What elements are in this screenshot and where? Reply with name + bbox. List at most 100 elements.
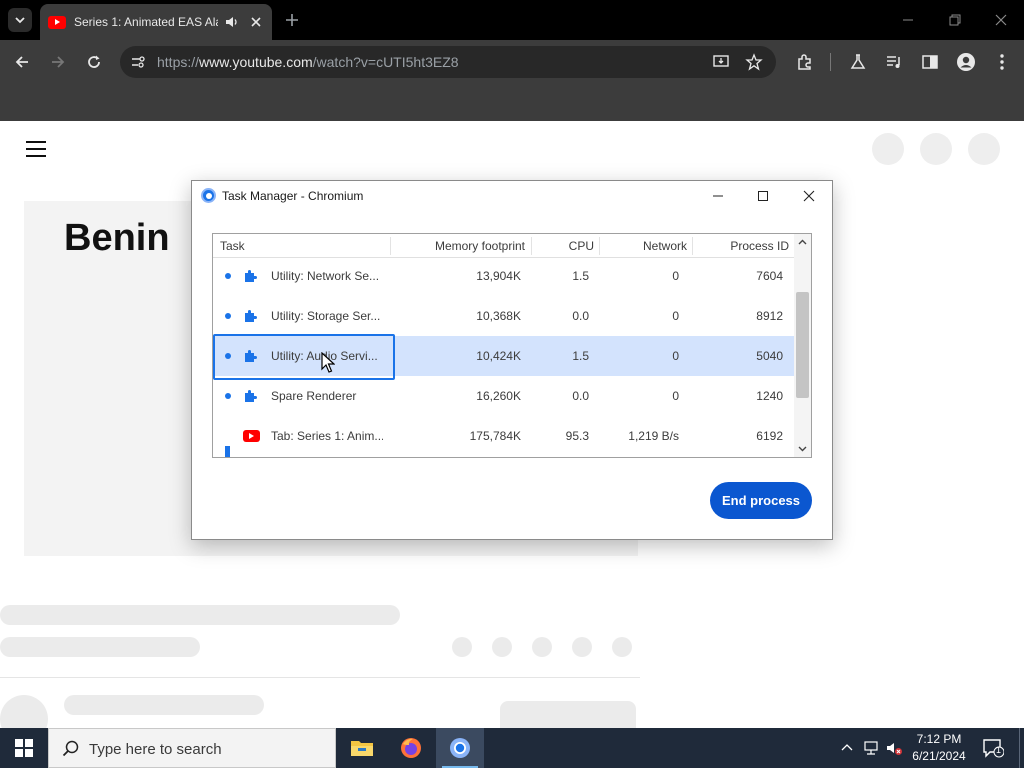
profile-avatar-icon[interactable]: [956, 52, 976, 72]
firefox-icon: [401, 738, 421, 758]
minimize-icon[interactable]: [898, 10, 918, 30]
site-info-icon[interactable]: [130, 54, 146, 70]
table-row[interactable]: Spare Renderer 16,260K 0.0 0 1240: [213, 376, 795, 416]
scrollbar-thumb[interactable]: [796, 292, 809, 398]
media-control-icon[interactable]: [884, 52, 904, 72]
task-manager-titlebar[interactable]: Task Manager - Chromium: [192, 181, 832, 211]
url-text: https://www.youtube.com/watch?v=cUTI5ht3…: [157, 54, 459, 70]
back-icon[interactable]: [12, 52, 32, 72]
tab-search-button[interactable]: [8, 8, 32, 32]
taskbar-file-explorer[interactable]: [338, 728, 386, 768]
column-header-task[interactable]: Task: [220, 239, 245, 253]
show-desktop-button[interactable]: [1019, 728, 1020, 768]
install-app-icon[interactable]: [712, 53, 730, 71]
skeleton-circle: [920, 133, 952, 165]
skeleton-avatar: [0, 695, 48, 728]
tab-title: Series 1: Animated EAS Alarm: [74, 15, 218, 29]
folder-icon: [351, 741, 373, 756]
task-manager-title: Task Manager - Chromium: [222, 189, 364, 203]
cell-memory: 10,424K: [476, 349, 521, 363]
side-panel-icon[interactable]: [920, 52, 940, 72]
process-dot: [225, 273, 231, 279]
close-tab-icon[interactable]: [248, 14, 264, 30]
volume-muted-icon[interactable]: [885, 739, 903, 757]
cell-task: Tab: Series 1: Anim...: [271, 429, 383, 443]
cell-task: Utility: Network Se...: [271, 269, 380, 283]
tm-minimize-icon[interactable]: [708, 186, 728, 206]
cell-cpu: 0.0: [572, 389, 589, 403]
system-clock[interactable]: 7:12 PM 6/21/2024: [905, 731, 973, 765]
taskbar-chromium[interactable]: [436, 728, 484, 768]
extensions-icon[interactable]: [795, 52, 815, 72]
cell-cpu: 0.0: [572, 309, 589, 323]
cell-task: Utility: Storage Ser...: [271, 309, 381, 323]
cell-network: 0: [672, 389, 679, 403]
taskbar-firefox[interactable]: [387, 728, 435, 768]
puzzle-icon: [245, 350, 257, 362]
tm-maximize-icon[interactable]: [753, 186, 773, 206]
column-header-network[interactable]: Network: [643, 239, 687, 253]
menu-kebab-icon[interactable]: [992, 52, 1012, 72]
table-row[interactable]: Tab: Series 1: Anim... 175,784K 95.3 1,2…: [213, 416, 795, 457]
search-icon: [62, 740, 79, 757]
cell-cpu: 95.3: [565, 429, 589, 443]
tab-active[interactable]: Series 1: Animated EAS Alarm: [40, 4, 272, 40]
skeleton-dot: [492, 637, 512, 657]
network-icon[interactable]: [862, 739, 880, 757]
toolbar-divider: [830, 53, 831, 71]
new-tab-icon[interactable]: [283, 11, 301, 29]
column-header-cpu[interactable]: CPU: [569, 239, 594, 253]
cell-pid: 1240: [756, 389, 783, 403]
divider: [0, 677, 640, 678]
chromium-icon: [450, 738, 470, 758]
scrollbar[interactable]: [794, 234, 811, 457]
skeleton-line: [0, 605, 400, 625]
cell-memory: 16,260K: [476, 389, 521, 403]
cell-pid: 7604: [756, 269, 783, 283]
scroll-down-icon[interactable]: [797, 443, 808, 454]
chevron-down-icon: [15, 17, 25, 24]
taskbar-search-box[interactable]: Type here to search: [48, 728, 336, 768]
skeleton-line: [0, 637, 200, 657]
scroll-up-icon[interactable]: [797, 237, 808, 248]
action-center-button[interactable]: 1: [982, 738, 1005, 758]
column-header-pid[interactable]: Process ID: [730, 239, 789, 253]
youtube-icon: [243, 430, 260, 442]
bookmark-star-icon[interactable]: [745, 53, 763, 71]
column-header-memory[interactable]: Memory footprint: [435, 239, 525, 253]
table-row[interactable]: Utility: Network Se... 13,904K 1.5 0 760…: [213, 256, 795, 296]
labs-flask-icon[interactable]: [848, 52, 868, 72]
cell-network: 1,219 B/s: [628, 429, 679, 443]
table-row[interactable]: Utility: Storage Ser... 10,368K 0.0 0 89…: [213, 296, 795, 336]
skeleton-dot: [612, 637, 632, 657]
close-window-icon[interactable]: [991, 10, 1011, 30]
skeleton-button: [500, 701, 636, 728]
skeleton-circle: [872, 133, 904, 165]
bookmark-bar: [0, 84, 1024, 121]
address-bar[interactable]: https://www.youtube.com/watch?v=cUTI5ht3…: [120, 46, 776, 78]
process-dot: [225, 313, 231, 319]
notification-count: 1: [996, 745, 1002, 755]
process-table[interactable]: Task Memory footprint CPU Network Proces…: [212, 233, 812, 458]
tm-close-icon[interactable]: [799, 186, 819, 206]
skeleton-dot: [532, 637, 552, 657]
hamburger-menu-icon[interactable]: [26, 141, 46, 157]
end-process-button[interactable]: End process: [710, 482, 812, 519]
youtube-icon: [48, 15, 66, 29]
table-row-selected[interactable]: Utility: Audio Servi... 10,424K 1.5 0 50…: [213, 336, 795, 376]
forward-icon[interactable]: [48, 52, 68, 72]
tab-strip: Series 1: Animated EAS Alarm: [0, 0, 1024, 40]
reload-icon[interactable]: [84, 52, 104, 72]
cell-memory: 10,368K: [476, 309, 521, 323]
chevron-up-icon[interactable]: [838, 739, 856, 757]
puzzle-icon: [245, 310, 257, 322]
skeleton-circle: [968, 133, 1000, 165]
video-title: Benin: [64, 217, 170, 259]
speaker-icon[interactable]: [224, 14, 240, 30]
start-button[interactable]: [0, 728, 48, 768]
cell-cpu: 1.5: [572, 349, 589, 363]
mouse-cursor-icon: [321, 352, 335, 373]
windows-taskbar: Type here to search 7:12 PM 6/21/2024 1: [0, 728, 1024, 768]
cell-network: 0: [672, 269, 679, 283]
restore-icon[interactable]: [945, 10, 965, 30]
